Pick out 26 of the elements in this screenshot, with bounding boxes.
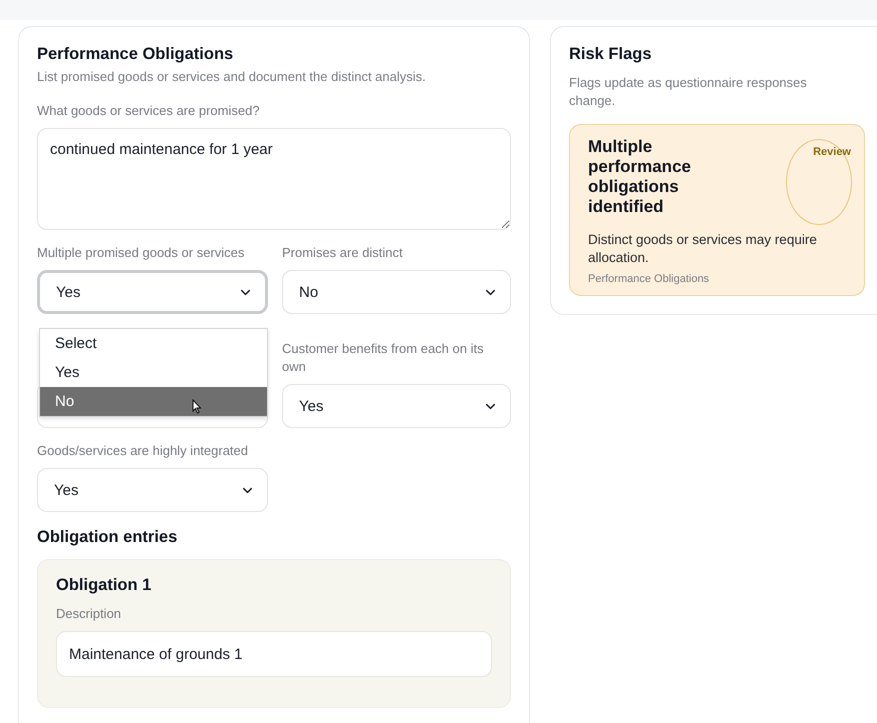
dropdown-option[interactable]: Select — [40, 329, 267, 358]
dropdown-option[interactable]: Yes — [40, 358, 267, 387]
field-label: Customer benefits from each on its own — [282, 340, 485, 376]
field-label: Promises are distinct — [282, 244, 404, 262]
field-label: What goods or services are promised? — [37, 102, 261, 120]
field-label: Description — [56, 605, 122, 623]
field-label: Goods/services are highly integrated — [37, 442, 250, 460]
subsection-title: Obligation entries — [37, 528, 178, 547]
section-description: List promised goods or services and document the distinct analysis. — [37, 68, 427, 86]
review-badge: Review — [786, 139, 852, 225]
text-area[interactable]: continued maintenance for 1 year — [37, 128, 511, 230]
select-field[interactable]: Yes — [37, 270, 268, 314]
cursor-icon — [192, 399, 202, 414]
select-field[interactable]: Yes — [282, 384, 511, 428]
input-field[interactable]: Maintenance of grounds 1 — [56, 631, 492, 677]
select-field[interactable]: No — [282, 270, 511, 314]
panel-description: Flags update as questionnaire responses change. — [569, 74, 808, 110]
flag-title: Multiple performance obligations identified — [588, 137, 692, 217]
field-label: Multiple promised goods or services — [37, 244, 246, 262]
flag-source: Performance Obligations — [588, 273, 710, 285]
select-field[interactable]: Yes — [37, 468, 268, 512]
section-title: Performance Obligations — [37, 45, 234, 64]
obligation-title: Obligation 1 — [56, 576, 152, 595]
panel-title: Risk Flags — [569, 45, 653, 64]
dropdown-option[interactable]: No — [40, 387, 267, 416]
flag-message: Distinct goods or services may require allocation. — [588, 231, 818, 267]
